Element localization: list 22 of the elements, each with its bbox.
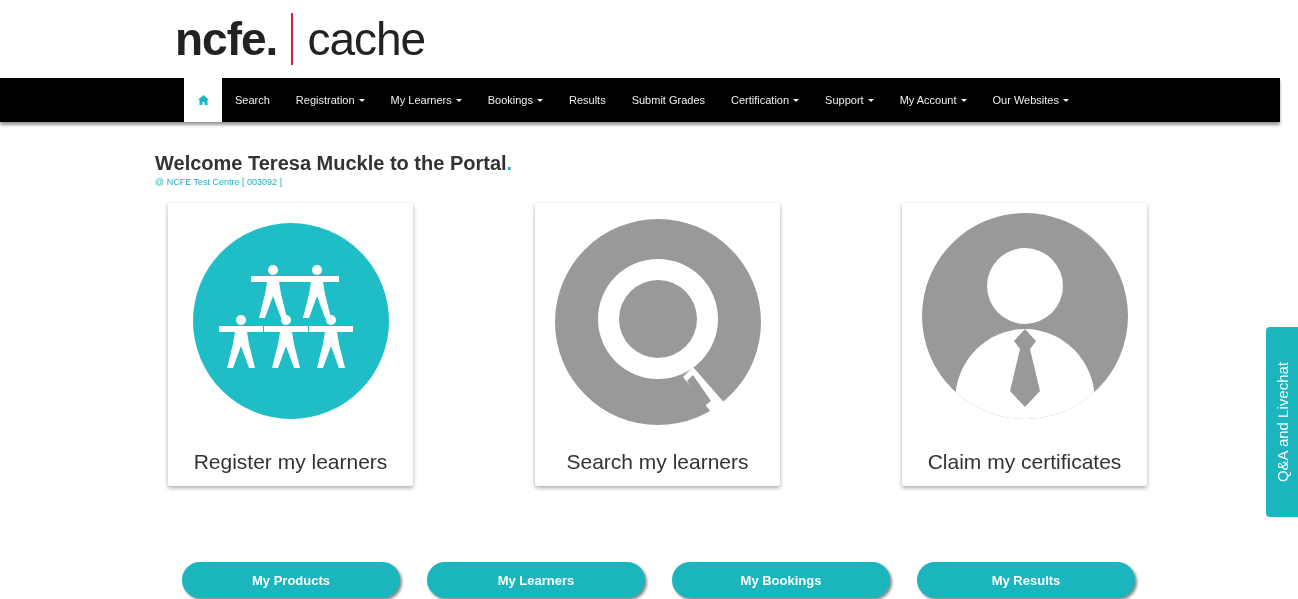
nav-link[interactable]: Our Websites [979, 78, 1082, 122]
logo-text: ncfe. [175, 16, 278, 62]
logo-text: cache [307, 16, 426, 62]
nav-link[interactable]: Search [222, 78, 283, 122]
nav-link[interactable]: Registration [282, 78, 378, 122]
tile-card[interactable]: Register my learners [168, 203, 413, 486]
nav-link[interactable]: Bookings [474, 78, 556, 122]
search-icon [552, 217, 763, 427]
nav-link[interactable]: My Account [886, 78, 980, 122]
tile-card[interactable]: Claim my certificates [902, 203, 1147, 486]
nav-link[interactable]: Support [812, 78, 887, 122]
centre-label: @ NCFE Test Centre [ 003092 ] [155, 177, 284, 187]
nav-link[interactable]: Results [555, 78, 619, 122]
home-icon [197, 95, 209, 105]
home-tab[interactable] [184, 78, 222, 122]
welcome-title: Welcome Teresa Muckle to the Portal. [155, 152, 514, 175]
person-icon [919, 211, 1130, 421]
nav-link[interactable]: Submit Grades [618, 78, 719, 122]
people-icon [190, 221, 391, 421]
tile-card[interactable]: Search my learners [535, 203, 780, 486]
nav-link[interactable]: My Learners [377, 78, 475, 122]
nav-link[interactable]: Certification [718, 78, 813, 122]
